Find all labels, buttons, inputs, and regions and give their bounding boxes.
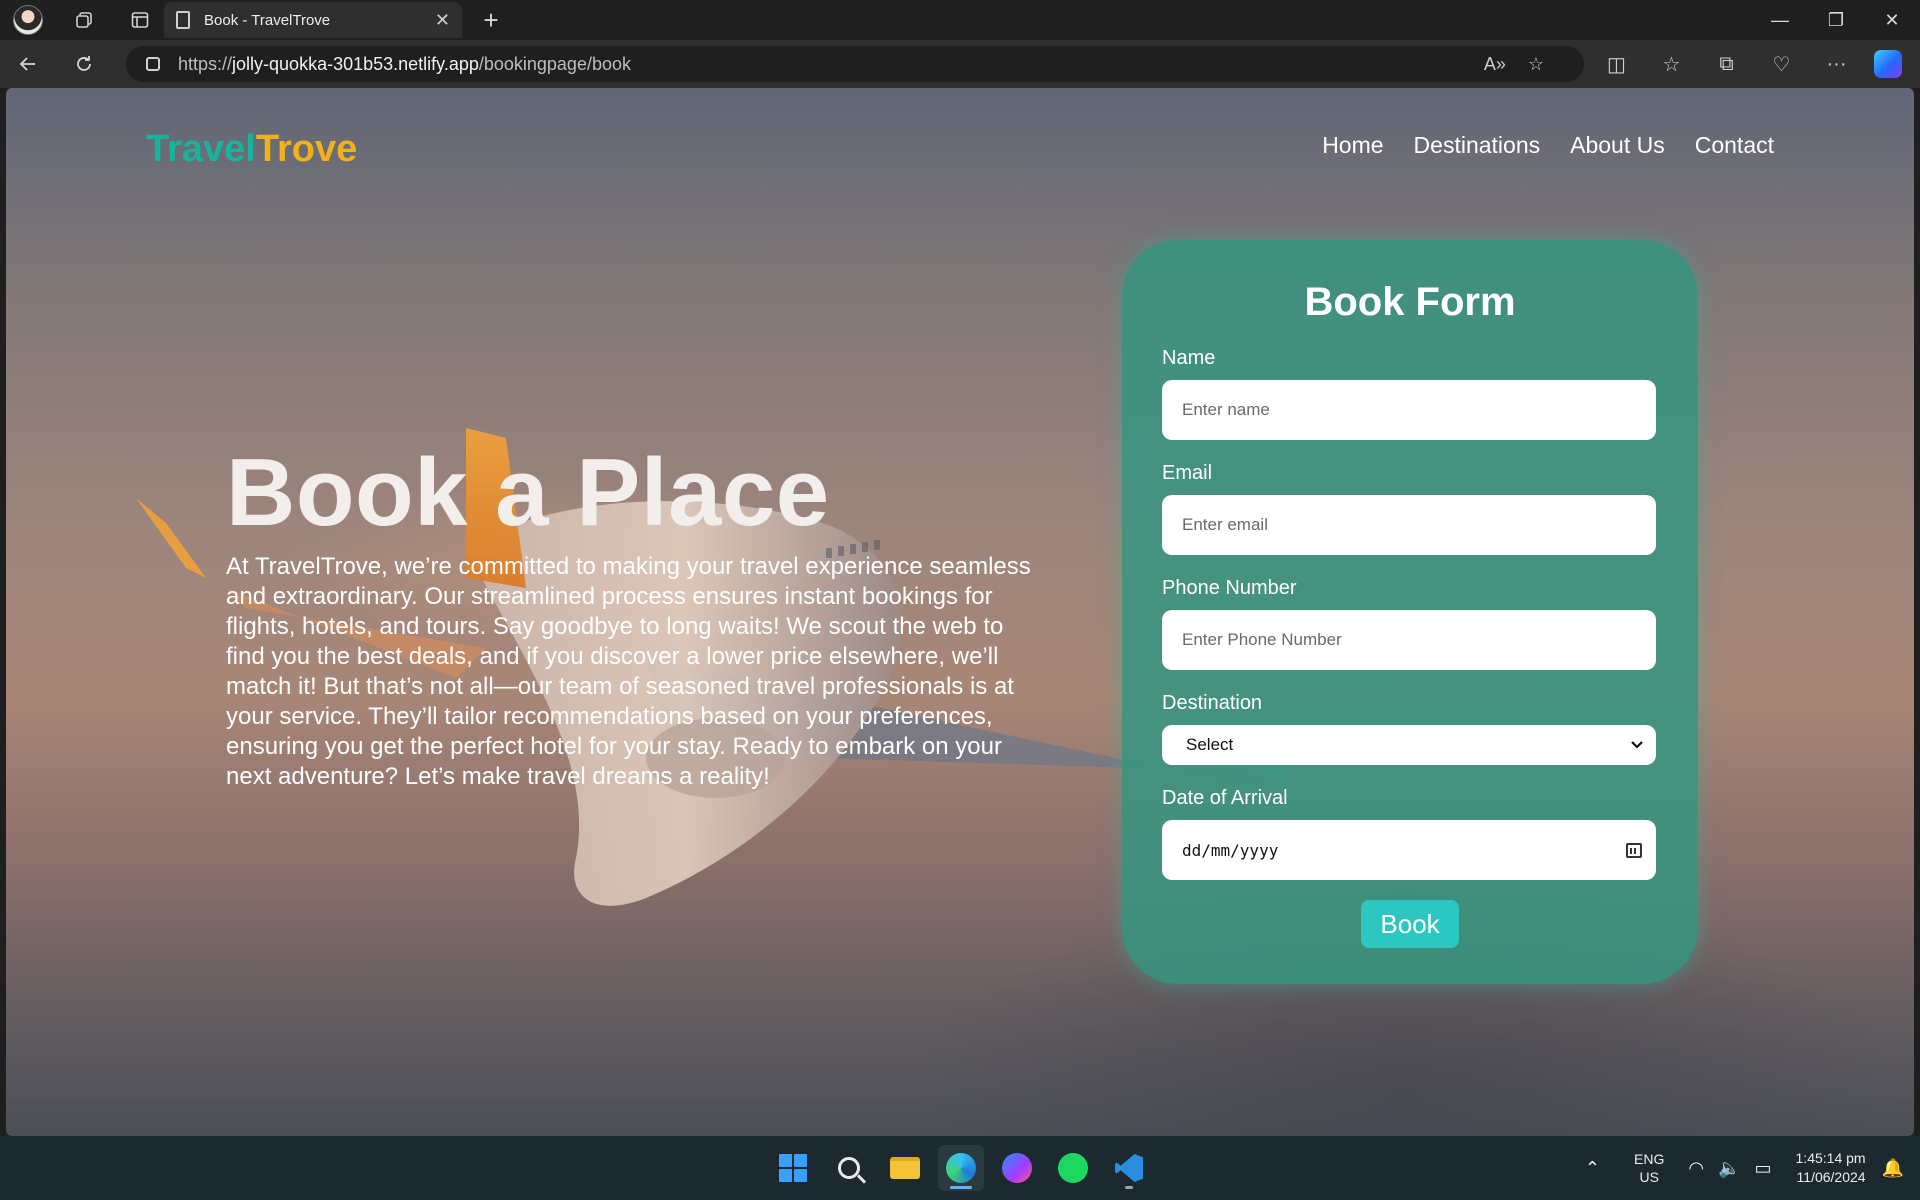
book-button[interactable]: Book — [1361, 900, 1459, 948]
avatar — [13, 5, 43, 35]
page-title: Book a Place — [226, 439, 830, 546]
browser-essentials-icon[interactable]: ♡ — [1754, 52, 1809, 77]
form-title: Book Form — [1304, 280, 1516, 324]
folder-icon — [890, 1157, 920, 1179]
browser-toolbar: ◫ ☆ ⧉ ♡ ··· — [1589, 40, 1912, 88]
start-button[interactable] — [770, 1145, 816, 1191]
profile-button[interactable] — [0, 0, 56, 40]
vscode-taskbar-button[interactable] — [1106, 1145, 1152, 1191]
clock[interactable]: 1:45:14 pm 11/06/2024 — [1796, 1149, 1866, 1187]
volume-icon[interactable]: 🔈 — [1718, 1158, 1740, 1179]
more-options-icon[interactable]: ··· — [1809, 53, 1864, 76]
spotify-taskbar-button[interactable] — [1050, 1145, 1096, 1191]
phone-label: Phone Number — [1162, 577, 1297, 599]
destination-selected-value: Select — [1186, 735, 1234, 754]
destination-label: Destination — [1162, 692, 1263, 714]
battery-icon[interactable]: ▭ — [1755, 1158, 1772, 1179]
os-taskbar: ⌃ ENG US ◠ 🔈 ▭ 1:45:14 pm 11/06/2024 🔔 — [0, 1136, 1920, 1200]
phone-input[interactable] — [1162, 610, 1656, 670]
window-controls: — ❐ ✕ — [1752, 0, 1920, 40]
file-explorer-button[interactable] — [882, 1145, 928, 1191]
language-indicator[interactable]: ENG US — [1634, 1150, 1664, 1186]
new-tab-button[interactable]: + — [474, 4, 508, 36]
language-line2: US — [1639, 1169, 1659, 1185]
messenger-taskbar-button[interactable] — [994, 1145, 1040, 1191]
hero-description: At TravelTrove, we’re committed to makin… — [226, 553, 1031, 790]
vscode-icon — [1115, 1154, 1143, 1182]
minimize-button[interactable]: — — [1752, 0, 1808, 40]
chevron-down-icon — [1631, 741, 1643, 749]
page-icon — [176, 11, 190, 29]
date-placeholder: dd/mm/yyyy — [1182, 840, 1279, 860]
taskbar-search-button[interactable] — [826, 1145, 872, 1191]
search-icon — [838, 1157, 860, 1179]
system-tray: ⌃ ENG US ◠ 🔈 ▭ 1:45:14 pm 11/06/2024 🔔 — [1585, 1136, 1920, 1200]
windows-logo-icon — [779, 1154, 807, 1182]
favorites-icon[interactable]: ☆ — [1644, 52, 1699, 77]
calendar-icon[interactable] — [1626, 842, 1642, 858]
language-line1: ENG — [1634, 1151, 1665, 1167]
edge-icon — [946, 1153, 976, 1183]
close-window-button[interactable]: ✕ — [1864, 0, 1920, 40]
refresh-button[interactable] — [56, 40, 112, 88]
site-logo[interactable]: TravelTrove — [146, 128, 357, 171]
address-bar-row: https://jolly-quokka-301b53.netlify.app /… — [0, 40, 1920, 88]
clock-time: 1:45:14 pm — [1795, 1150, 1866, 1166]
vertical-tabs-icon[interactable] — [112, 0, 168, 40]
email-label: Email — [1162, 462, 1213, 484]
arrival-date-input[interactable]: dd/mm/yyyy — [1162, 820, 1656, 880]
chevron-up-icon[interactable]: ⌃ — [1585, 1158, 1600, 1179]
lock-icon[interactable] — [146, 57, 160, 71]
workspaces-icon[interactable] — [56, 0, 112, 40]
destination-select[interactable]: Select — [1162, 725, 1656, 765]
brand-part-travel: Travel — [146, 128, 256, 170]
favorite-star-icon[interactable]: ☆ — [1528, 54, 1544, 75]
read-aloud-icon[interactable]: A» — [1484, 54, 1506, 75]
copilot-icon[interactable] — [1874, 50, 1902, 78]
date-label: Date of Arrival — [1162, 787, 1288, 809]
brand-part-trove: Trove — [255, 128, 358, 170]
name-label: Name — [1162, 347, 1216, 369]
close-tab-icon[interactable]: ✕ — [435, 10, 450, 31]
clock-date: 11/06/2024 — [1796, 1169, 1866, 1185]
browser-tab-bar: Book - TravelTrove ✕ + — ❐ ✕ — [0, 0, 1920, 40]
back-button[interactable] — [0, 40, 56, 88]
url-prefix: https:// — [178, 53, 233, 74]
email-input[interactable] — [1162, 495, 1656, 555]
notification-bell-icon[interactable]: 🔔 — [1882, 1158, 1904, 1179]
active-tab[interactable]: Book - TravelTrove ✕ — [164, 2, 462, 38]
tab-title: Book - TravelTrove — [204, 11, 331, 29]
restore-button[interactable]: ❐ — [1808, 0, 1864, 40]
nav-home-link[interactable]: Home — [1322, 132, 1383, 159]
name-input[interactable] — [1162, 380, 1656, 440]
url-host: jolly-quokka-301b53.netlify.app — [232, 53, 479, 74]
nav-destinations-link[interactable]: Destinations — [1414, 132, 1541, 159]
edge-taskbar-button[interactable] — [938, 1145, 984, 1191]
site-navigation: Home Destinations About Us Contact — [1322, 132, 1774, 159]
booking-form: Book Form Name Email Phone Number Destin… — [1122, 240, 1698, 984]
url-path: /bookingpage/book — [478, 53, 631, 74]
url-bar[interactable]: https://jolly-quokka-301b53.netlify.app /… — [126, 46, 1584, 82]
split-screen-icon[interactable]: ◫ — [1589, 52, 1644, 77]
collections-icon[interactable]: ⧉ — [1699, 53, 1754, 76]
nav-about-link[interactable]: About Us — [1570, 132, 1665, 159]
nav-contact-link[interactable]: Contact — [1695, 132, 1774, 159]
wifi-icon[interactable]: ◠ — [1688, 1158, 1704, 1179]
messenger-icon — [1002, 1153, 1032, 1183]
web-page: TravelTrove Home Destinations About Us C… — [6, 88, 1914, 1136]
spotify-icon — [1058, 1153, 1088, 1183]
